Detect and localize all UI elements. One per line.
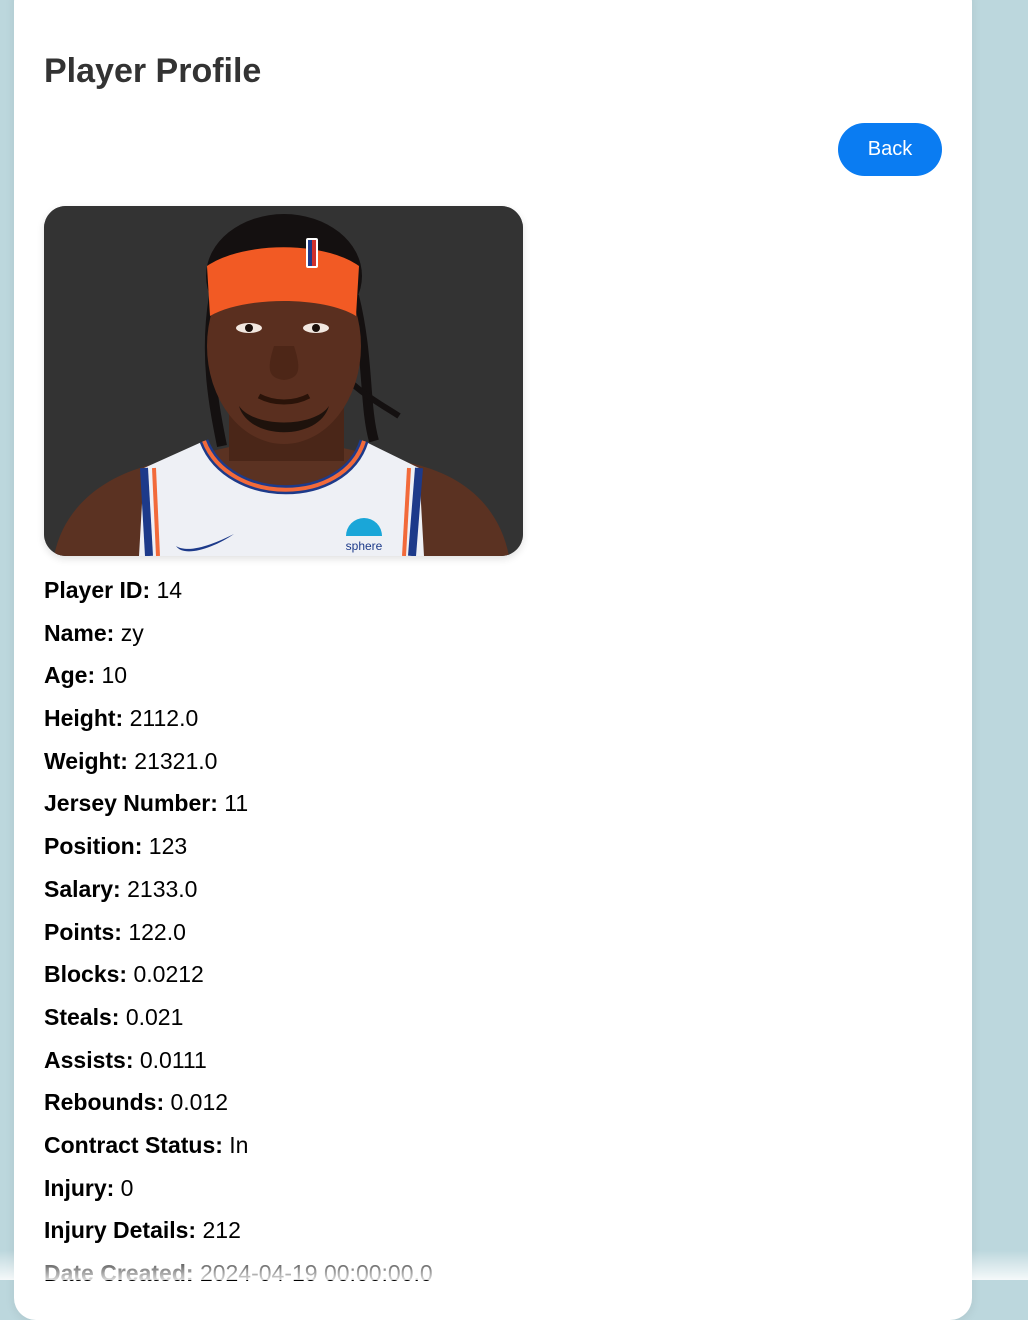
field-contract-status: Contract Status: In — [44, 1127, 433, 1170]
field-value: 0.012 — [171, 1089, 229, 1115]
field-value: 0.021 — [126, 1004, 184, 1030]
field-assists: Assists: 0.0111 — [44, 1042, 433, 1085]
field-label: Age: — [44, 662, 95, 688]
field-value: 2112.0 — [130, 705, 199, 731]
field-label: Jersey Number: — [44, 790, 218, 816]
field-value: 212 — [203, 1217, 241, 1243]
field-value: 11 — [224, 790, 248, 816]
field-blocks: Blocks: 0.0212 — [44, 956, 433, 999]
field-label: Player ID: — [44, 577, 150, 603]
field-value: 2024-04-19 00:00:00.0 — [200, 1260, 433, 1286]
field-value: 10 — [102, 662, 128, 688]
field-date-created: Date Created: 2024-04-19 00:00:00.0 — [44, 1255, 433, 1298]
field-label: Name: — [44, 620, 114, 646]
field-label: Contract Status: — [44, 1132, 223, 1158]
field-label: Salary: — [44, 876, 121, 902]
field-label: Weight: — [44, 748, 128, 774]
field-value: zy — [121, 620, 144, 646]
field-label: Assists: — [44, 1047, 133, 1073]
field-player-id: Player ID: 14 — [44, 572, 433, 615]
field-label: Steals: — [44, 1004, 119, 1030]
field-value: 123 — [149, 833, 187, 859]
field-value: 122.0 — [128, 919, 186, 945]
page-title: Player Profile — [44, 52, 261, 91]
field-steals: Steals: 0.021 — [44, 999, 433, 1042]
field-label: Injury: — [44, 1175, 114, 1201]
field-value: 0.0111 — [140, 1047, 207, 1073]
field-label: Injury Details: — [44, 1217, 196, 1243]
field-injury: Injury: 0 — [44, 1170, 433, 1213]
profile-fields: Player ID: 14 Name: zy Age: 10 Height: 2… — [44, 572, 433, 1298]
field-label: Blocks: — [44, 961, 127, 987]
field-jersey-number: Jersey Number: 11 — [44, 785, 433, 828]
field-value: 0 — [121, 1175, 134, 1201]
field-label: Rebounds: — [44, 1089, 164, 1115]
field-salary: Salary: 2133.0 — [44, 871, 433, 914]
field-name: Name: zy — [44, 615, 433, 658]
field-rebounds: Rebounds: 0.012 — [44, 1084, 433, 1127]
field-weight: Weight: 21321.0 — [44, 743, 433, 786]
field-label: Points: — [44, 919, 122, 945]
field-height: Height: 2112.0 — [44, 700, 433, 743]
field-value: 0.0212 — [133, 961, 203, 987]
field-value: 21321.0 — [134, 748, 217, 774]
field-position: Position: 123 — [44, 828, 433, 871]
field-age: Age: 10 — [44, 657, 433, 700]
field-value: 2133.0 — [127, 876, 197, 902]
field-value: 14 — [157, 577, 183, 603]
jersey-sponsor-text: sphere — [346, 539, 383, 553]
field-injury-details: Injury Details: 212 — [44, 1212, 433, 1255]
field-label: Date Created: — [44, 1260, 194, 1286]
field-value: In — [229, 1132, 248, 1158]
field-label: Height: — [44, 705, 123, 731]
field-label: Position: — [44, 833, 142, 859]
player-photo: sphere — [44, 206, 523, 556]
field-points: Points: 122.0 — [44, 914, 433, 957]
back-button[interactable]: Back — [838, 123, 942, 176]
